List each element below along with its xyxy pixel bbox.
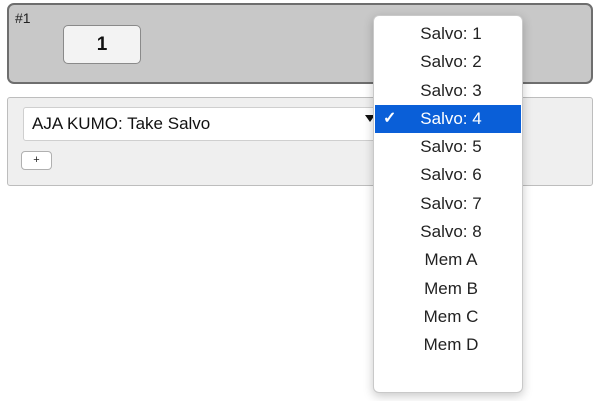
step-value-button[interactable]: 1 [63,25,141,64]
menu-item-label: Mem A [424,250,478,270]
menu-item-label: Salvo: 6 [420,165,482,185]
menu-item-salvo-1[interactable]: Salvo: 1 [374,20,522,48]
page: #1 1 AJA KUMO: Take Salvo + Salvo: 1 Sal… [0,0,600,401]
menu-item-label: Salvo: 5 [420,137,482,157]
menu-item-label: Salvo: 3 [420,80,482,100]
bank-number-label: #1 [15,10,31,26]
menu-item-salvo-6[interactable]: Salvo: 6 [374,161,522,189]
menu-item-salvo-2[interactable]: Salvo: 2 [374,48,522,76]
menu-item-mem-c[interactable]: Mem C [374,303,522,331]
menu-item-label: Salvo: 2 [420,52,482,72]
menu-item-mem-a[interactable]: Mem A [374,246,522,274]
menu-item-label: Salvo: 4 [420,108,482,128]
menu-item-salvo-3[interactable]: Salvo: 3 [374,77,522,105]
menu-item-salvo-4[interactable]: ✓ Salvo: 4 [375,104,521,134]
menu-item-mem-d[interactable]: Mem D [374,331,522,359]
add-button[interactable]: + [21,151,52,170]
menu-item-salvo-5[interactable]: Salvo: 5 [374,133,522,161]
menu-item-label: Mem D [423,335,479,355]
menu-item-salvo-8[interactable]: Salvo: 8 [374,218,522,246]
checkmark-icon: ✓ [383,109,397,127]
action-select-value: AJA KUMO: Take Salvo [32,114,211,133]
menu-item-label: Salvo: 7 [420,193,482,213]
menu-item-label: Salvo: 8 [420,222,482,242]
menu-item-label: Mem C [423,306,479,326]
menu-item-salvo-7[interactable]: Salvo: 7 [374,190,522,218]
action-select[interactable]: AJA KUMO: Take Salvo [23,107,379,141]
menu-item-label: Salvo: 1 [420,24,482,43]
menu-item-label: Mem B [424,278,478,298]
menu-item-mem-b[interactable]: Mem B [374,275,522,303]
salvo-dropdown-menu: Salvo: 1 Salvo: 2 Salvo: 3 ✓ Salvo: 4 Sal… [373,15,523,393]
